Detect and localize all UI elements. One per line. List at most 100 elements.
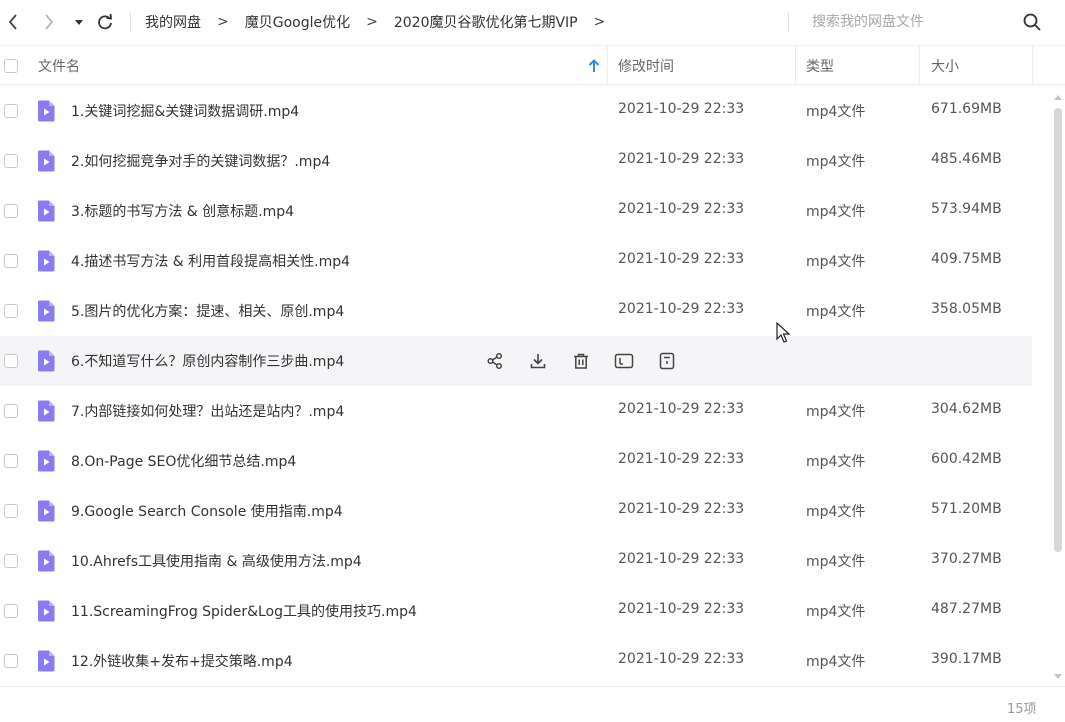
column-header-size[interactable]: 大小: [931, 46, 959, 85]
file-row[interactable]: 8.On-Page SEO优化细节总结.mp4 2021-10-29 22:33 m…: [0, 436, 1032, 486]
more-icon: [659, 352, 675, 370]
search-input[interactable]: [812, 12, 1012, 32]
row-checkbox[interactable]: [4, 454, 18, 468]
select-all-cell: [4, 46, 18, 85]
footer-divider: [0, 686, 1065, 687]
file-type: mp4文件: [806, 654, 866, 670]
file-name[interactable]: 3.标题的书写方法 & 创意标题.mp4: [71, 201, 294, 221]
scrollbar-thumb[interactable]: [1054, 108, 1062, 552]
breadcrumb-item-folder[interactable]: 魔贝Google优化: [245, 12, 350, 32]
file-type: mp4文件: [806, 104, 866, 120]
file-list-header: 文件名 修改时间 类型 大小: [0, 45, 1065, 85]
row-checkbox[interactable]: [4, 304, 18, 318]
scroll-up-button[interactable]: [1052, 90, 1064, 100]
download-button[interactable]: [527, 350, 549, 372]
file-name[interactable]: 4.描述书写方法 & 利用首段提高相关性.mp4: [71, 251, 350, 271]
row-checkbox[interactable]: [4, 504, 18, 518]
history-dropdown-button[interactable]: [70, 11, 88, 33]
file-size: 485.46MB: [931, 151, 1002, 167]
file-row[interactable]: 3.标题的书写方法 & 创意标题.mp4 2021-10-29 22:33 mp4文…: [0, 186, 1032, 236]
file-name[interactable]: 2.如何挖掘竞争对手的关键词数据？.mp4: [71, 151, 330, 171]
file-size: 370.27MB: [931, 551, 1002, 567]
column-header-modified[interactable]: 修改时间: [618, 46, 674, 85]
file-name[interactable]: 7.内部链接如何处理？出站还是站内？.mp4: [71, 401, 344, 421]
delete-button[interactable]: [570, 350, 592, 372]
file-type: mp4文件: [806, 404, 866, 420]
file-row[interactable]: 5.图片的优化方案：提速、相关、原创.mp4 2021-10-29 22:33 mp…: [0, 286, 1032, 336]
column-header-name[interactable]: 文件名: [38, 46, 604, 85]
row-checkbox[interactable]: [4, 154, 18, 168]
column-header-type[interactable]: 类型: [806, 46, 834, 85]
refresh-button[interactable]: [94, 11, 116, 33]
file-name[interactable]: 9.Google Search Console 使用指南.mp4: [71, 501, 343, 521]
caret-down-icon: [75, 20, 83, 25]
breadcrumb-separator: >: [366, 14, 378, 30]
file-modified-date: 2021-10-29 22:33: [618, 251, 745, 267]
file-row[interactable]: 11.ScreamingFrog Spider&Log工具的使用技巧.mp4 20…: [0, 586, 1032, 636]
file-name[interactable]: 5.图片的优化方案：提速、相关、原创.mp4: [71, 301, 344, 321]
video-file-icon: [36, 300, 56, 322]
back-button[interactable]: [2, 11, 24, 33]
file-name[interactable]: 10.Ahrefs工具使用指南 & 高级使用方法.mp4: [71, 551, 362, 571]
column-divider: [795, 46, 796, 85]
file-row[interactable]: 12.外链收集+发布+提交策略.mp4 2021-10-29 22:33 mp4文件…: [0, 636, 1032, 686]
scroll-down-button[interactable]: [1052, 670, 1064, 680]
file-size: 487.27MB: [931, 601, 1002, 617]
file-modified-date: 2021-10-29 22:33: [618, 101, 745, 117]
file-modified-date: 2021-10-29 22:33: [618, 451, 745, 467]
file-row[interactable]: 10.Ahrefs工具使用指南 & 高级使用方法.mp4 2021-10-29 2…: [0, 536, 1032, 586]
file-name[interactable]: 6.不知道写什么？原创内容制作三步曲.mp4: [71, 351, 344, 371]
video-file-icon: [36, 450, 56, 472]
breadcrumb-separator: >: [217, 14, 229, 30]
file-row[interactable]: 6.不知道写什么？原创内容制作三步曲.mp4: [0, 336, 1032, 386]
file-name[interactable]: 12.外链收集+发布+提交策略.mp4: [71, 651, 293, 671]
file-row[interactable]: 7.内部链接如何处理？出站还是站内？.mp4 2021-10-29 22:33 mp…: [0, 386, 1032, 436]
column-divider: [919, 46, 920, 85]
row-checkbox[interactable]: [4, 254, 18, 268]
row-action-toolbar: [484, 350, 699, 372]
row-checkbox[interactable]: [4, 354, 18, 368]
video-file-icon: [36, 500, 56, 522]
column-header-name-label: 文件名: [38, 58, 80, 75]
file-modified-date: 2021-10-29 22:33: [618, 301, 745, 317]
search-button[interactable]: [1022, 12, 1042, 32]
file-name[interactable]: 1.关键词挖掘&关键词数据调研.mp4: [71, 101, 299, 121]
file-row[interactable]: 2.如何挖掘竞争对手的关键词数据？.mp4 2021-10-29 22:33 mp4…: [0, 136, 1032, 186]
file-modified-date: 2021-10-29 22:33: [618, 551, 745, 567]
video-file-icon: [36, 250, 56, 272]
row-checkbox[interactable]: [4, 404, 18, 418]
column-divider: [1032, 46, 1033, 85]
file-size: 571.20MB: [931, 501, 1002, 517]
breadcrumb-item-root[interactable]: 我的网盘: [145, 12, 201, 32]
file-modified-date: 2021-10-29 22:33: [618, 201, 745, 217]
column-divider: [607, 46, 608, 85]
divider: [788, 12, 789, 32]
delete-icon: [572, 352, 590, 370]
file-size: 304.62MB: [931, 401, 1002, 417]
file-name[interactable]: 11.ScreamingFrog Spider&Log工具的使用技巧.mp4: [71, 601, 417, 621]
row-checkbox[interactable]: [4, 204, 18, 218]
breadcrumb-item-current[interactable]: 2020魔贝谷歌优化第七期VIP: [394, 12, 578, 32]
refresh-icon: [98, 13, 113, 30]
search-icon: [1023, 13, 1041, 31]
file-name[interactable]: 8.On-Page SEO优化细节总结.mp4: [71, 451, 296, 471]
rename-button[interactable]: [613, 350, 635, 372]
share-button[interactable]: [484, 350, 506, 372]
row-checkbox[interactable]: [4, 654, 18, 668]
file-row[interactable]: 1.关键词挖掘&关键词数据调研.mp4 2021-10-29 22:33 mp4文件…: [0, 86, 1032, 136]
file-row[interactable]: 4.描述书写方法 & 利用首段提高相关性.mp4 2021-10-29 22:33…: [0, 236, 1032, 286]
row-checkbox[interactable]: [4, 604, 18, 618]
column-header-size-label: 大小: [931, 58, 959, 75]
select-all-checkbox[interactable]: [4, 58, 18, 73]
file-size: 600.42MB: [931, 451, 1002, 467]
file-row[interactable]: 9.Google Search Console 使用指南.mp4 2021-10-…: [0, 486, 1032, 536]
more-button[interactable]: [656, 350, 678, 372]
navigation-bar: 我的网盘 > 魔贝Google优化 > 2020魔贝谷歌优化第七期VIP >: [0, 0, 1065, 44]
caret-down-icon: [1054, 674, 1062, 679]
mouse-cursor-icon: [776, 322, 791, 343]
video-file-icon: [36, 100, 56, 122]
forward-button[interactable]: [38, 11, 60, 33]
file-size: 390.17MB: [931, 651, 1002, 667]
row-checkbox[interactable]: [4, 554, 18, 568]
row-checkbox[interactable]: [4, 104, 18, 118]
